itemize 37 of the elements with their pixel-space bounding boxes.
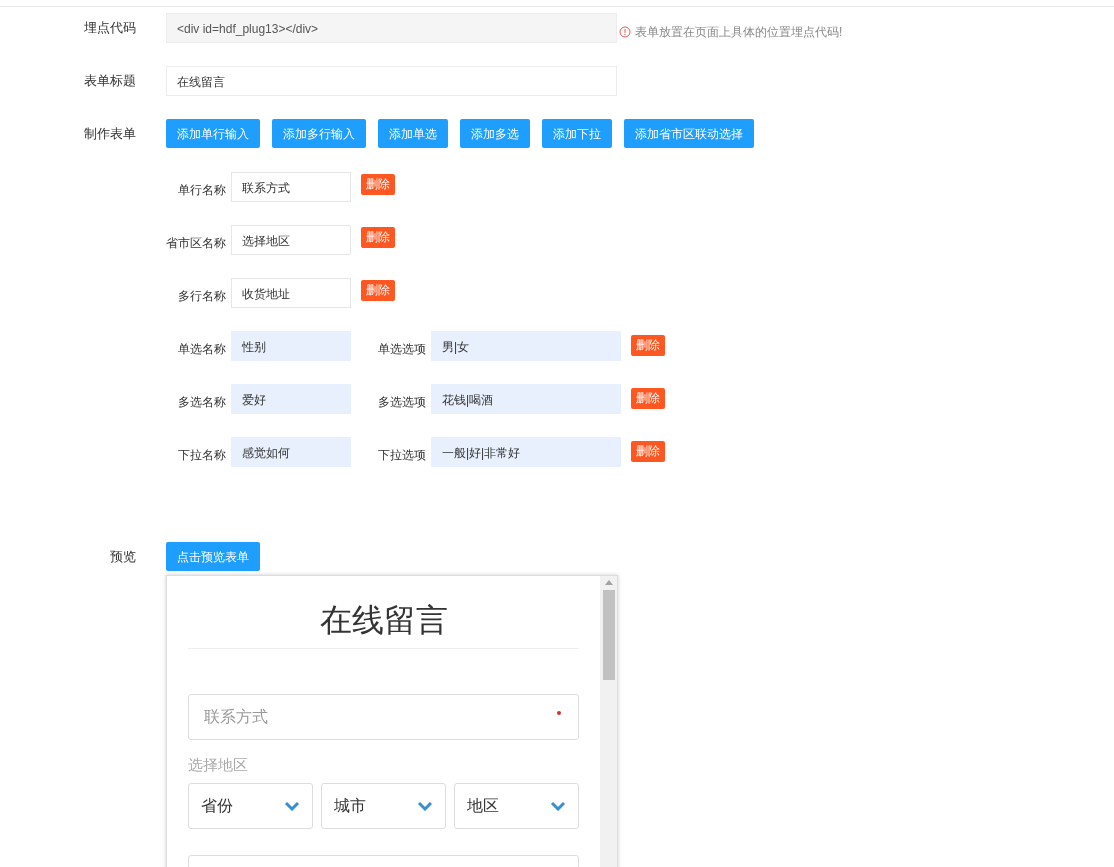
info-icon (619, 26, 631, 38)
scrollbar-thumb[interactable] (602, 590, 615, 680)
scroll-up-icon[interactable] (604, 580, 613, 585)
field-label: 下拉名称 (178, 448, 226, 462)
field-label: 预览 (110, 548, 136, 564)
chevron-down-icon (284, 800, 300, 811)
embed-code-field[interactable]: <div id=hdf_plug13></div> (166, 13, 617, 43)
region-label: 选择地区 (188, 756, 248, 773)
options-field[interactable]: 男|女 (431, 331, 621, 361)
field-label: 表单标题 (84, 73, 136, 89)
title-field[interactable]: 在线留言 (166, 66, 617, 96)
name-field[interactable]: 感觉如何 (231, 437, 351, 467)
field-label: 制作表单 (84, 125, 136, 141)
region-select[interactable]: 地区 (454, 782, 579, 829)
name-field[interactable]: 选择地区 (231, 225, 351, 255)
field-label: 单行名称 (178, 183, 226, 197)
region-select[interactable]: 省份 (188, 782, 313, 829)
field-label: 多行名称 (178, 289, 226, 303)
name-field[interactable]: 收货地址 (231, 278, 351, 308)
field-label: 多选选项 (378, 395, 426, 409)
name-field[interactable]: 联系方式 (231, 172, 351, 202)
field-label: 多选名称 (178, 395, 226, 409)
scrollbar[interactable] (600, 576, 617, 867)
name-field[interactable]: 爱好 (231, 384, 351, 414)
field-label: 单选名称 (178, 342, 226, 356)
name-field[interactable]: 性别 (231, 331, 351, 361)
chevron-down-icon (417, 800, 433, 811)
chevron-down-icon (550, 800, 566, 811)
options-field[interactable]: 花钱|喝酒 (431, 384, 621, 414)
options-field[interactable]: 一般|好|非常好 (431, 437, 621, 467)
field-label: 单选选项 (378, 342, 426, 356)
field-label: 埋点代码 (84, 20, 136, 36)
field-label: 省市区名称 (166, 236, 226, 250)
hint-text: 表单放置在页面上具体的位置埋点代码! (635, 24, 843, 41)
region-select[interactable]: 城市 (321, 782, 446, 829)
form-title: 在线留言 (319, 602, 448, 638)
field-label: 下拉选项 (378, 448, 426, 462)
